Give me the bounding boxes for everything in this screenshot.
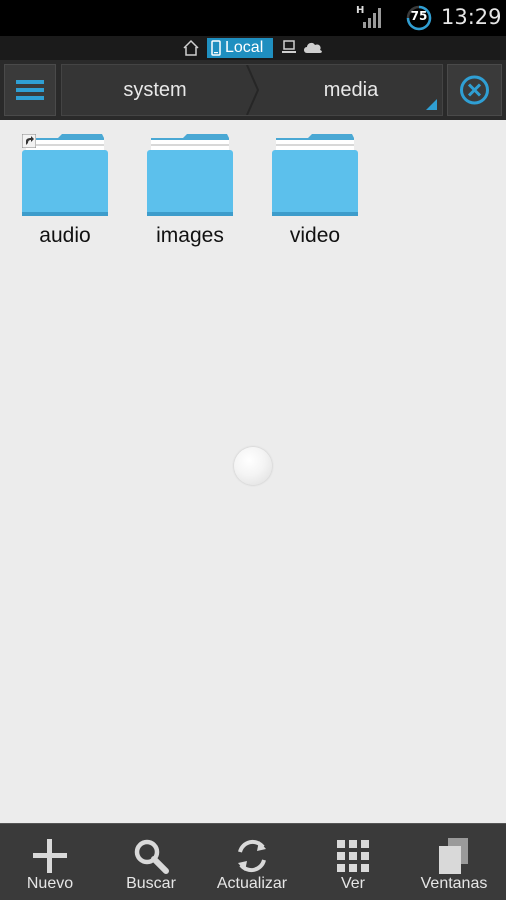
clock: 13:29	[441, 5, 502, 29]
folder-item-images[interactable]: images	[140, 134, 240, 254]
breadcrumb-item-media[interactable]: media	[258, 65, 444, 115]
shortcut-icon	[22, 134, 36, 148]
new-button-label: Nuevo	[26, 875, 74, 892]
refresh-button[interactable]: Actualizar	[202, 824, 302, 900]
windows-icon	[439, 838, 468, 874]
path-bar: system media	[0, 60, 506, 120]
location-local-label: Local	[225, 39, 264, 56]
view-button-label: Ver	[340, 875, 365, 892]
windows-button-label: Ventanas	[420, 875, 488, 892]
breadcrumb-item-system[interactable]: system	[62, 65, 248, 115]
phone-icon	[211, 40, 221, 56]
folder-icon	[147, 134, 233, 216]
folder-name: video	[289, 224, 341, 247]
breadcrumb: system media	[61, 64, 443, 116]
menu-button[interactable]	[4, 64, 56, 116]
file-list: audio images video	[0, 120, 506, 823]
bottom-toolbar: Nuevo Buscar Actualizar Ver Ventanas	[0, 823, 506, 900]
plus-icon	[33, 839, 67, 873]
location-bar: Local	[0, 36, 506, 60]
close-icon	[460, 75, 489, 105]
folder-name: audio	[39, 224, 91, 247]
search-button-label: Buscar	[126, 875, 176, 892]
refresh-button-label: Actualizar	[216, 875, 288, 892]
screen: H 75 13:29 Local system media audio imag…	[0, 0, 506, 900]
windows-button[interactable]: Ventanas	[404, 824, 504, 900]
dropdown-corner-icon[interactable]	[426, 99, 437, 110]
folder-item-audio[interactable]: audio	[15, 134, 115, 254]
view-button[interactable]: Ver	[303, 824, 403, 900]
close-button[interactable]	[447, 64, 502, 116]
cloud-icon[interactable]	[303, 41, 323, 54]
folder-item-video[interactable]: video	[265, 134, 365, 254]
search-icon	[134, 839, 169, 874]
new-button[interactable]: Nuevo	[0, 824, 100, 900]
folder-icon	[272, 134, 358, 216]
folder-name: images	[156, 224, 224, 247]
signal-icon	[363, 8, 381, 28]
search-button[interactable]: Buscar	[101, 824, 201, 900]
home-icon[interactable]	[182, 39, 200, 57]
network-icon[interactable]	[282, 40, 296, 54]
status-bar: H 75 13:29	[0, 0, 506, 36]
loading-spinner-icon	[234, 447, 272, 485]
location-local-button[interactable]: Local	[207, 38, 273, 58]
refresh-icon	[238, 839, 266, 873]
battery-level: 75	[410, 9, 428, 23]
hamburger-icon	[16, 80, 44, 100]
grid-icon	[337, 840, 369, 872]
